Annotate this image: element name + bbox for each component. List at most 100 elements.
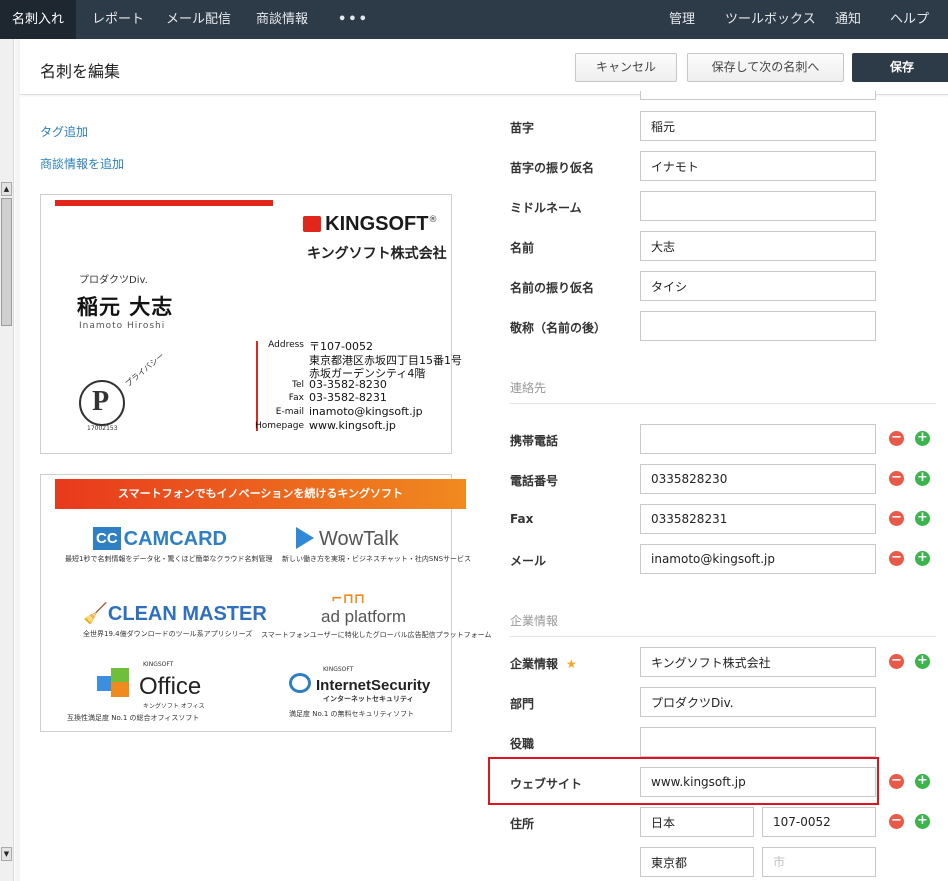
save-button[interactable]: 保存 xyxy=(852,53,948,82)
add-mail-icon[interactable]: + xyxy=(915,551,930,566)
add-address-icon[interactable]: + xyxy=(915,814,930,829)
card-roman-name: Inamoto Hiroshi xyxy=(79,321,166,331)
remove-fax-icon[interactable]: − xyxy=(889,511,904,526)
card-email: inamoto@kingsoft.jp xyxy=(309,405,423,418)
kingsoft-logo-icon xyxy=(303,216,321,232)
promo-internet-security: KINGSOFT InternetSecurity インターネットセキュリティ … xyxy=(289,666,489,719)
privacy-mark-number: 17002153 xyxy=(87,425,118,432)
country-field[interactable] xyxy=(640,807,754,837)
company-section-title: 企業情報 xyxy=(510,614,559,628)
fax-field[interactable] xyxy=(640,504,876,534)
camcard-logo-icon: CC xyxy=(93,527,121,550)
card-company: キングソフト株式会社 xyxy=(307,246,447,262)
security-logo-icon xyxy=(289,673,311,693)
department-label: 部門 xyxy=(510,697,535,711)
card-back-image: スマートフォンでもイノベーションを続けるキングソフト CC CAMCARD 最短1… xyxy=(40,474,491,732)
website-label: ウェブサイト xyxy=(510,777,583,791)
department-field[interactable] xyxy=(640,687,876,717)
nav-mail[interactable]: メール配信 xyxy=(166,0,231,39)
remove-phone-icon[interactable]: − xyxy=(889,471,904,486)
promo-logo: ad platform xyxy=(321,607,407,626)
page-title: 名刺を編集 xyxy=(40,62,121,81)
company-label-text: 企業情報 xyxy=(510,657,559,671)
left-scrollbar[interactable]: ▲ ▼ xyxy=(0,39,14,881)
remove-mail-icon[interactable]: − xyxy=(889,551,904,566)
remove-address-icon[interactable]: − xyxy=(889,814,904,829)
city-field[interactable] xyxy=(762,847,876,877)
add-website-icon[interactable]: + xyxy=(915,774,930,789)
privacy-mark-icon xyxy=(79,380,125,426)
scroll-thumb[interactable] xyxy=(1,198,12,326)
nav-reports[interactable]: レポート xyxy=(92,0,144,39)
add-phone-icon[interactable]: + xyxy=(915,471,930,486)
add-company-icon[interactable]: + xyxy=(915,654,930,669)
promo-kana: インターネットセキュリティ xyxy=(323,695,414,703)
promo-sub: 全世界19.4億ダウンロードのツール系アプリシリーズ xyxy=(83,630,253,638)
nav-help[interactable]: ヘルプ xyxy=(890,0,929,39)
top-nav: 名刺入れ レポート メール配信 商談情報 ••• 管理 ツールボックス 通知 ヘ… xyxy=(0,0,948,39)
postal-code-field[interactable] xyxy=(762,807,876,837)
last-name-kana-label: 苗字の振り仮名 xyxy=(510,161,595,175)
promo-sub: 満足度 No.1 の無料セキュリティソフト xyxy=(289,710,415,718)
first-name-kana-label: 名前の振り仮名 xyxy=(510,281,595,295)
wowtalk-logo-icon xyxy=(296,527,314,549)
nav-admin[interactable]: 管理 xyxy=(669,0,695,39)
company-field[interactable] xyxy=(640,647,876,677)
first-name-field[interactable] xyxy=(640,231,876,261)
promo-logo: CAMCARD xyxy=(123,528,227,550)
save-next-button[interactable]: 保存して次の名刺へ xyxy=(687,53,844,82)
last-name-label: 苗字 xyxy=(510,121,535,135)
nav-notifications[interactable]: 通知 xyxy=(835,0,861,39)
remove-company-icon[interactable]: − xyxy=(889,654,904,669)
scroll-up-icon[interactable]: ▲ xyxy=(1,182,12,196)
promo-sub: スマートフォンユーザーに特化したグローバル広告配信プラットフォーム xyxy=(261,631,492,639)
nav-more-icon[interactable]: ••• xyxy=(338,0,369,39)
add-fax-icon[interactable]: + xyxy=(915,511,930,526)
remove-website-icon[interactable]: − xyxy=(889,774,904,789)
card-fax: 03-3582-8231 xyxy=(309,391,387,404)
first-name-kana-field[interactable] xyxy=(640,271,876,301)
office-logo-icon xyxy=(97,668,133,698)
card-tel: 03-3582-8230 xyxy=(309,378,387,391)
add-deal-link[interactable]: 商談情報を追加 xyxy=(40,155,124,172)
phone-field[interactable] xyxy=(640,464,876,494)
promo-sub: 最短1秒で名刺情報をデータ化・驚くほど簡単なクラウド名刺管理 xyxy=(65,555,273,563)
card-brand: KINGSOFT xyxy=(325,213,429,235)
promo-logo: InternetSecurity xyxy=(316,677,431,694)
promo-logo: Office xyxy=(139,673,202,700)
promo-sub: 新しい働き方を実現・ビジネスチャット・社内SNSサービス xyxy=(282,555,472,563)
card-red-bar xyxy=(55,200,273,206)
promo-wowtalk: WowTalk 新しい働き方を実現・ビジネスチャット・社内SNSサービス xyxy=(282,527,496,564)
card-homepage-label: Homepage xyxy=(254,421,304,431)
website-field[interactable] xyxy=(640,767,876,797)
last-name-field[interactable] xyxy=(640,111,876,141)
position-field[interactable] xyxy=(640,727,876,757)
add-tag-link[interactable]: タグ追加 xyxy=(40,123,88,140)
card-back-banner: スマートフォンでもイノベーションを続けるキングソフト xyxy=(55,479,466,509)
first-name-label: 名前 xyxy=(510,241,535,255)
promo-office: KINGSOFT Office キングソフト オフィス 互換性満足度 No.1 … xyxy=(67,661,297,723)
broom-icon: 🧹 xyxy=(83,603,108,625)
contact-section-title: 連絡先 xyxy=(510,381,547,395)
middle-name-field[interactable] xyxy=(640,191,876,221)
nav-deals[interactable]: 商談情報 xyxy=(256,0,308,39)
mobile-field[interactable] xyxy=(640,424,876,454)
mail-field[interactable] xyxy=(640,544,876,574)
honorific-field[interactable] xyxy=(640,311,876,341)
promo-camcard: CC CAMCARD 最短1秒で名刺情報をデータ化・驚くほど簡単なクラウド名刺管理 xyxy=(65,527,293,564)
card-registered-mark: ® xyxy=(428,215,438,225)
promo-logo: WowTalk xyxy=(319,528,399,550)
cancel-button[interactable]: キャンセル xyxy=(575,53,677,82)
last-name-kana-field[interactable] xyxy=(640,151,876,181)
nav-cards[interactable]: 名刺入れ xyxy=(0,0,76,39)
nav-toolbox[interactable]: ツールボックス xyxy=(725,0,816,39)
add-mobile-icon[interactable]: + xyxy=(915,431,930,446)
promo-sub: 互換性満足度 No.1 の総合オフィスソフト xyxy=(67,714,200,722)
card-fax-label: Fax xyxy=(288,393,304,403)
remove-mobile-icon[interactable]: − xyxy=(889,431,904,446)
card-address-label: Address xyxy=(268,340,304,350)
prefecture-field[interactable] xyxy=(640,847,754,877)
card-front-image: KINGSOFT® キングソフト株式会社 プロダクツDiv. 稲元 大志 Ina… xyxy=(40,194,462,454)
scroll-down-icon[interactable]: ▼ xyxy=(1,847,12,861)
promo-ad-platform: ⌐⊓⊓ ad platform スマートフォンユーザーに特化したグローバル広告配… xyxy=(261,591,521,640)
